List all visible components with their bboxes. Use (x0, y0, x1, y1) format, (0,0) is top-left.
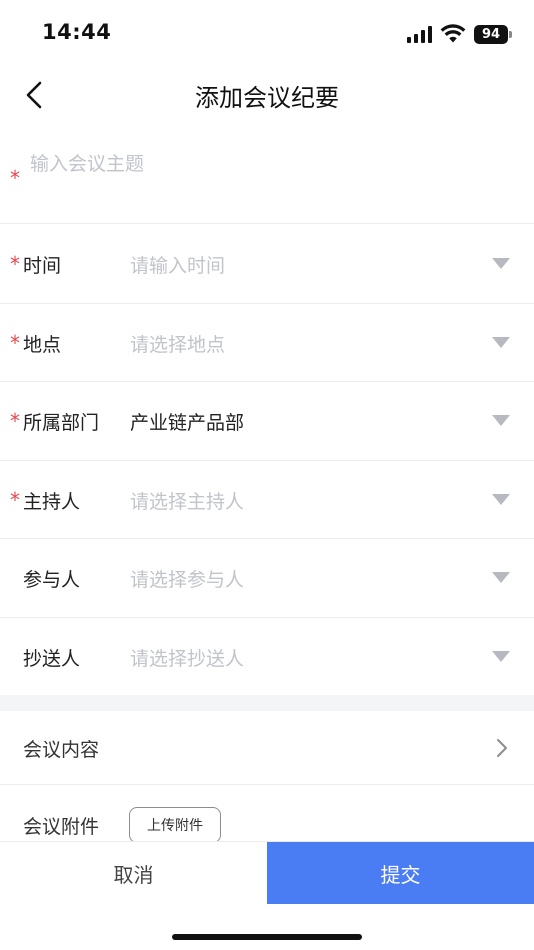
meeting-attachment-row: 会议附件 上传附件 (0, 786, 534, 843)
caret-down-icon (492, 650, 510, 662)
time-label: 时间 (23, 255, 62, 277)
form-row-location[interactable]: * 地点 请选择地点 (0, 304, 534, 382)
participants-field[interactable]: 请选择参与人 (130, 565, 244, 592)
caret-down-icon (492, 258, 510, 269)
meeting-topic-input[interactable] (30, 148, 510, 180)
add-meeting-minutes-screen: 14:44 94 添加会议纪要 * 输入会议主题 * 时间 请输入时间 * 地点… (0, 0, 534, 950)
meeting-topic-row: * (0, 124, 534, 224)
location-label: 地点 (23, 333, 62, 356)
required-mark: * (10, 252, 20, 276)
caret-down-icon (492, 415, 510, 426)
required-mark: * (10, 409, 20, 433)
time-field[interactable]: 请输入时间 (130, 251, 225, 278)
required-mark: * (10, 487, 20, 512)
battery-level: 94 (481, 26, 501, 42)
form-row-department[interactable]: * 所属部门 产业链产品部 (0, 382, 534, 461)
form-row-participants[interactable]: 参与人 请选择参与人 (0, 539, 534, 618)
meeting-content-row[interactable]: 会议内容 (0, 711, 534, 785)
location-field[interactable]: 请选择地点 (130, 330, 225, 357)
required-mark: * (10, 330, 20, 355)
caret-down-icon (492, 572, 510, 583)
submit-button[interactable]: 提交 (267, 842, 534, 904)
cc-field[interactable]: 请选择抄送人 (130, 644, 244, 671)
cc-label: 抄送人 (23, 647, 81, 670)
host-label: 主持人 (23, 490, 81, 513)
form-row-time[interactable]: * 时间 请输入时间 (0, 225, 534, 304)
wifi-icon (440, 24, 466, 43)
caret-down-icon (492, 336, 510, 348)
status-icons: 94 (407, 22, 512, 46)
bottom-action-bar: 取消 提交 (0, 841, 534, 904)
meeting-content-label: 会议内容 (23, 739, 100, 761)
meeting-form: * 时间 请输入时间 * 地点 请选择地点 * 所属部门 产业链产品部 * 主持… (0, 225, 534, 696)
section-divider (0, 695, 534, 711)
chevron-right-icon (497, 739, 507, 757)
page-title: 添加会议纪要 (195, 84, 339, 112)
battery-icon: 94 (474, 24, 512, 44)
participants-label: 参与人 (23, 569, 81, 591)
home-indicator (172, 934, 362, 940)
form-row-host[interactable]: * 主持人 请选择主持人 (0, 461, 534, 539)
upload-attachment-button[interactable]: 上传附件 (129, 807, 221, 843)
status-bar: 14:44 94 (0, 0, 534, 66)
cancel-button[interactable]: 取消 (0, 842, 267, 904)
host-field[interactable]: 请选择主持人 (130, 487, 244, 514)
nav-bar: 添加会议纪要 (0, 66, 534, 124)
caret-down-icon (492, 493, 510, 505)
department-label: 所属部门 (23, 412, 100, 434)
meeting-attachment-label: 会议附件 (23, 816, 100, 838)
status-time: 14:44 (42, 20, 112, 44)
form-row-cc[interactable]: 抄送人 请选择抄送人 (0, 618, 534, 696)
cellular-signal-icon (407, 25, 432, 43)
department-field[interactable]: 产业链产品部 (130, 408, 244, 435)
required-mark: * (10, 166, 20, 190)
